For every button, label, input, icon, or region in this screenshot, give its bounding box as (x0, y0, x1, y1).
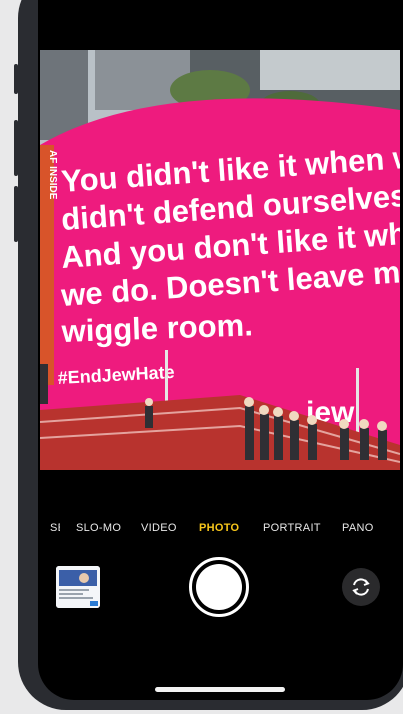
side-sign-text: AF INSIDE (47, 150, 58, 200)
mode-pano[interactable]: PANO (342, 522, 374, 534)
billboard-line-5: wiggle room. (60, 307, 253, 349)
home-indicator[interactable] (155, 687, 285, 692)
camera-flip-icon (352, 578, 370, 596)
shutter-button[interactable] (189, 557, 249, 617)
shutter-inner[interactable] (196, 564, 242, 610)
volume-up-button (14, 120, 18, 176)
building-top-right (260, 50, 400, 90)
mute-switch (14, 64, 18, 94)
mode-se[interactable]: SE (50, 522, 60, 534)
mode-portrait[interactable]: PORTRAIT (263, 522, 321, 534)
camera-viewfinder[interactable]: AF INSIDE You didn't like it when we did… (40, 50, 400, 470)
camera-flip-button[interactable] (342, 568, 380, 606)
mode-photo[interactable]: PHOTO (199, 522, 239, 534)
camera-mode-selector[interactable]: SE SLO-MO VIDEO PHOTO PORTRAIT PANO (38, 522, 403, 540)
mode-slo-mo[interactable]: SLO-MO (76, 522, 121, 534)
volume-down-button (14, 186, 18, 242)
status-bar (38, 0, 403, 22)
last-photo-thumbnail[interactable] (56, 566, 100, 608)
camera-screen: AF INSIDE You didn't like it when we did… (38, 0, 403, 700)
mode-video[interactable]: VIDEO (141, 522, 177, 534)
